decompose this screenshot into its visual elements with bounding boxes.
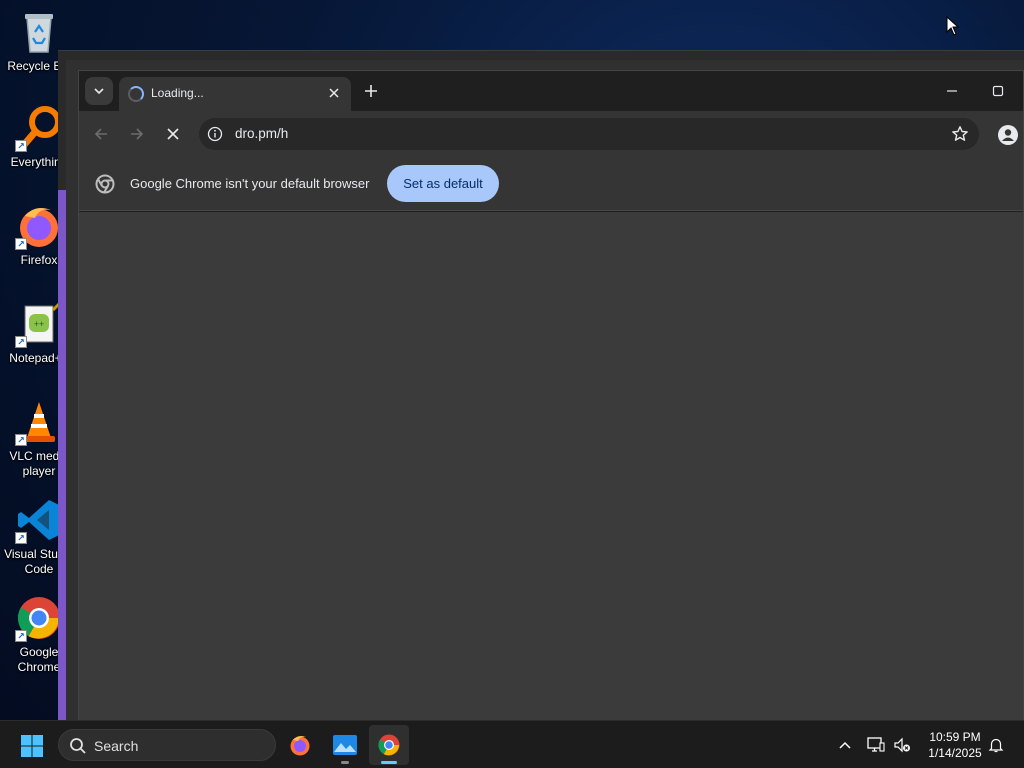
chrome-window: Loading... dro.pm/h Google Chrome isn't …	[78, 70, 1024, 721]
stop-loading-button[interactable]	[159, 120, 187, 148]
notifications-button[interactable]	[986, 735, 1006, 755]
system-clock[interactable]: 10:59 PM 1/14/2025	[920, 729, 990, 761]
default-browser-infobar: Google Chrome isn't your default browser…	[79, 157, 1023, 211]
taskbar-photos-app[interactable]	[325, 725, 365, 765]
notepad-plus-plus-icon: ++ ↗	[15, 300, 63, 348]
minimize-icon	[947, 90, 957, 92]
page-content-area	[79, 212, 1023, 721]
plus-icon	[365, 85, 377, 97]
chrome-icon	[378, 734, 400, 756]
running-indicator	[381, 761, 397, 764]
speaker-muted-icon	[894, 737, 910, 753]
forward-button[interactable]	[123, 120, 151, 148]
taskbar-search[interactable]: Search	[58, 729, 276, 761]
firefox-icon	[290, 736, 310, 756]
set-as-default-button[interactable]: Set as default	[387, 165, 499, 202]
network-button[interactable]	[866, 735, 886, 755]
firefox-icon: ↗	[15, 202, 63, 250]
back-button[interactable]	[87, 120, 115, 148]
clock-date: 1/14/2025	[928, 746, 982, 760]
svg-text:++: ++	[34, 319, 45, 329]
running-indicator	[341, 761, 349, 764]
chrome-logo-icon	[95, 174, 115, 194]
shortcut-arrow-icon: ↗	[15, 434, 27, 446]
browser-toolbar: dro.pm/h	[79, 111, 1023, 157]
maximize-icon	[992, 85, 1004, 97]
new-tab-button[interactable]	[359, 79, 383, 103]
photos-app-icon	[333, 735, 357, 755]
tab-search-button[interactable]	[85, 77, 113, 105]
clock-time: 10:59 PM	[929, 730, 981, 744]
arrow-left-icon	[94, 128, 107, 140]
mouse-cursor-icon	[946, 16, 960, 36]
taskbar-chrome[interactable]	[369, 725, 409, 765]
volume-button[interactable]	[892, 735, 912, 755]
windows-start-icon[interactable]	[20, 734, 44, 758]
info-icon[interactable]	[207, 126, 223, 142]
search-icon	[70, 738, 86, 754]
search-label: Search	[94, 738, 139, 754]
close-icon	[329, 88, 339, 98]
shortcut-arrow-icon: ↗	[15, 140, 27, 152]
profile-avatar-icon[interactable]	[997, 124, 1019, 146]
loading-spinner-icon	[128, 86, 144, 102]
arrow-right-icon	[131, 128, 144, 140]
shortcut-arrow-icon: ↗	[15, 630, 27, 642]
everything-search-icon: ↗	[15, 104, 63, 152]
infobar-message: Google Chrome isn't your default browser	[130, 176, 370, 191]
shortcut-arrow-icon: ↗	[15, 238, 27, 250]
tab-active[interactable]: Loading...	[119, 77, 351, 111]
bookmark-star-icon[interactable]	[951, 125, 969, 143]
chevron-up-icon	[839, 741, 851, 749]
address-url[interactable]: dro.pm/h	[235, 126, 288, 141]
maximize-button[interactable]	[975, 71, 1021, 111]
close-icon	[167, 128, 179, 140]
chrome-icon: ↗	[15, 594, 63, 642]
shortcut-arrow-icon: ↗	[15, 336, 27, 348]
tab-strip: Loading...	[79, 71, 1023, 111]
tab-title: Loading...	[151, 86, 204, 100]
recycle-bin-icon	[15, 8, 63, 56]
background-window-accent	[58, 190, 66, 720]
show-hidden-icons-button[interactable]	[835, 735, 855, 755]
vlc-cone-icon: ↗	[15, 398, 63, 446]
taskbar: Search 10:59 PM 1/14/2025	[0, 720, 1024, 768]
tab-close-button[interactable]	[325, 84, 343, 102]
network-monitor-icon	[867, 737, 885, 752]
vscode-icon: ↗	[15, 496, 63, 544]
chevron-down-icon	[94, 88, 104, 95]
minimize-button[interactable]	[929, 71, 975, 111]
shortcut-arrow-icon: ↗	[15, 532, 27, 544]
taskbar-firefox[interactable]	[280, 725, 320, 765]
bell-icon	[988, 738, 1004, 753]
address-bar[interactable]: dro.pm/h	[199, 118, 979, 150]
